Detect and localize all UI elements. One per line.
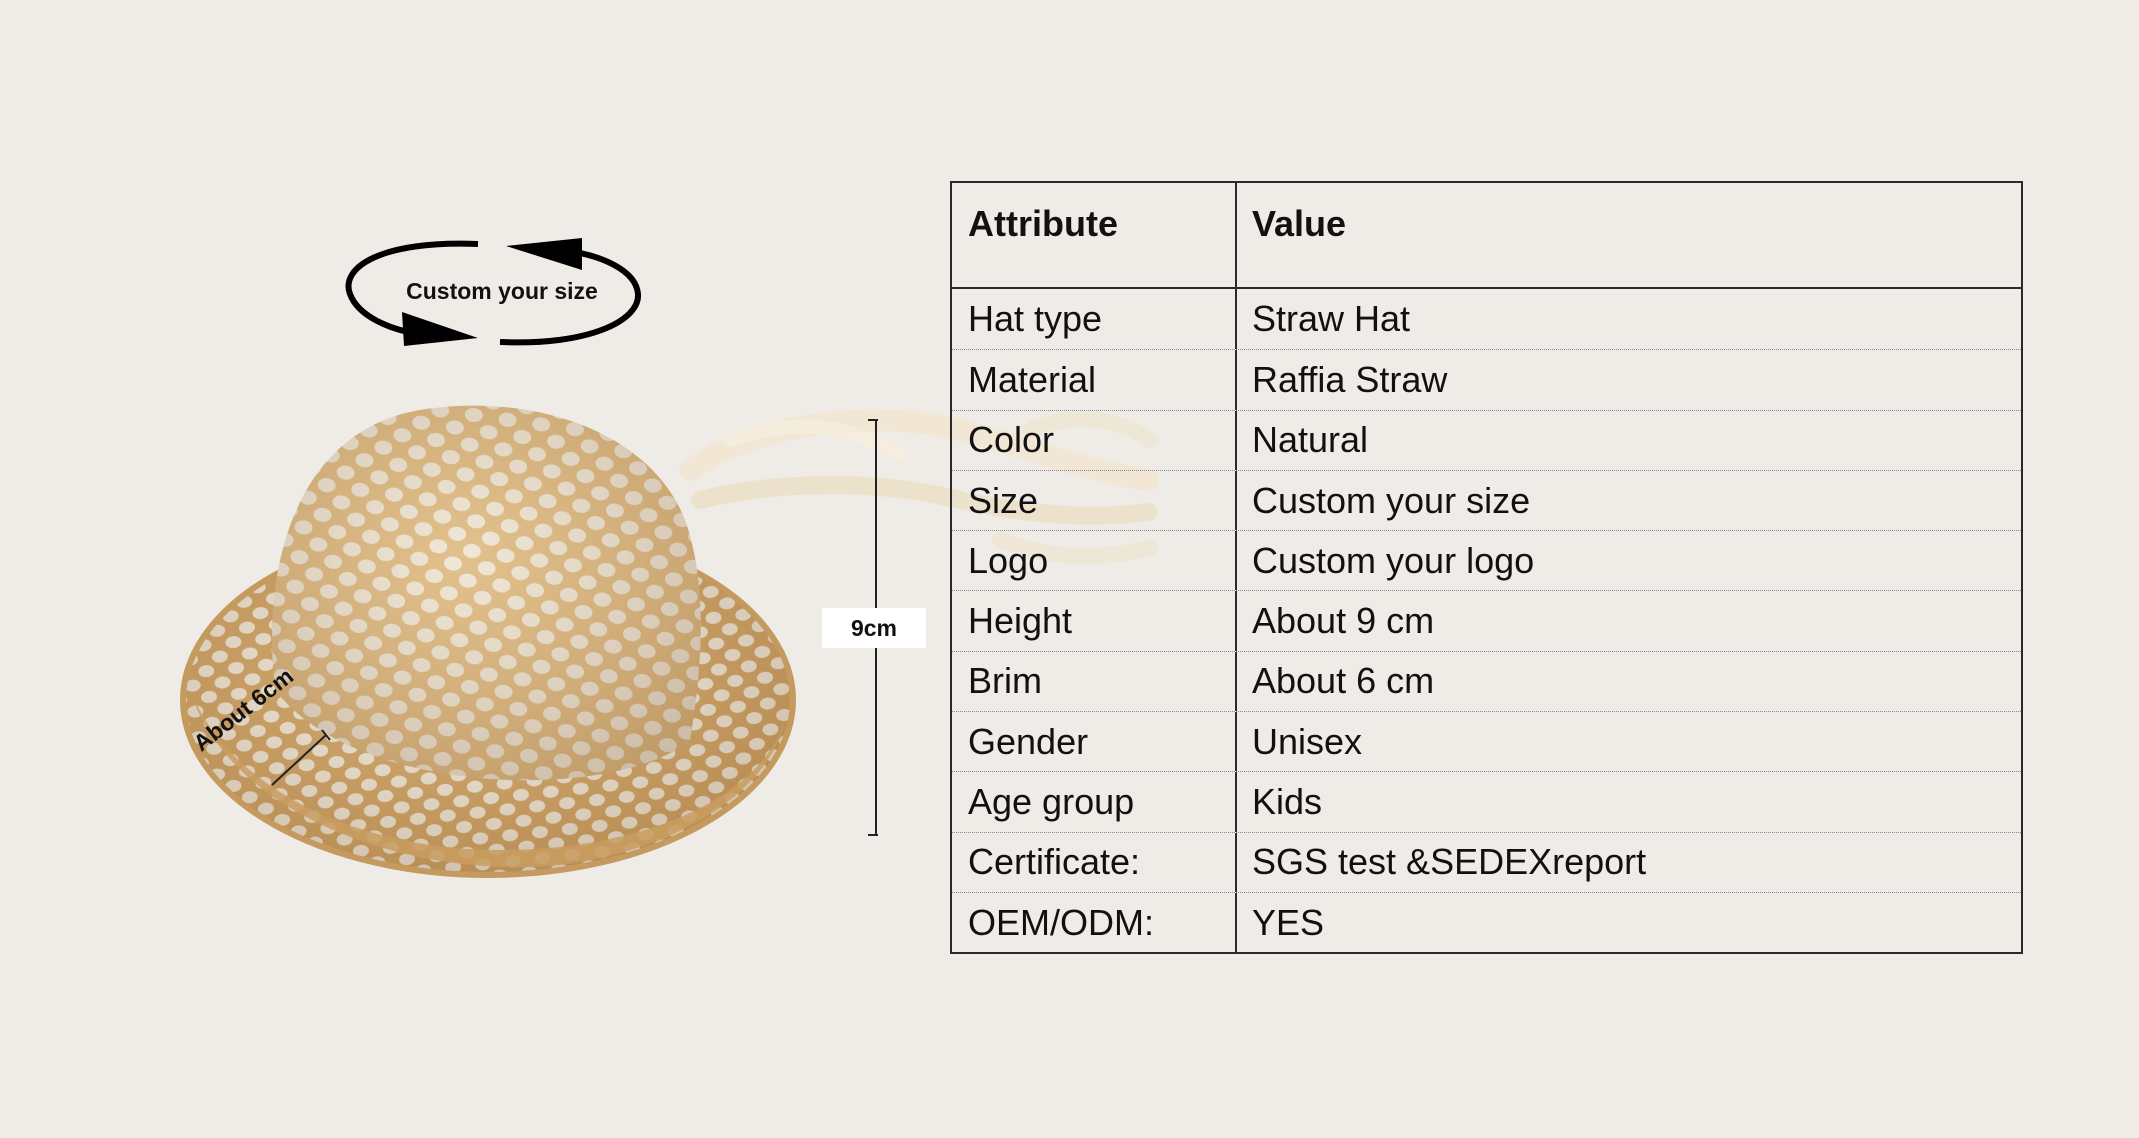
table-row: Hat type Straw Hat <box>952 289 2021 350</box>
product-spec-page: Custom your size 9cm About 6cm Attribute… <box>0 0 2139 1133</box>
height-label: 9cm <box>822 608 926 648</box>
table-body: Hat type Straw Hat Material Raffia Straw… <box>952 289 2021 953</box>
header-attribute: Attribute <box>952 183 1237 287</box>
row-attribute: Color <box>952 410 1237 470</box>
row-value: YES <box>1252 901 1325 943</box>
row-value: Natural <box>1252 419 1369 461</box>
row-value: Custom your logo <box>1252 539 1535 581</box>
table-row: OEM/ODM: YES <box>952 891 2021 953</box>
table-row: Age group Kids <box>952 771 2021 832</box>
table-row: Brim About 6 cm <box>952 650 2021 712</box>
table-row: Logo Custom your logo <box>952 530 2021 591</box>
row-attribute: Gender <box>952 712 1237 772</box>
row-attribute: Brim <box>952 651 1237 712</box>
row-value: Straw Hat <box>1252 298 1411 340</box>
row-attribute: Logo <box>952 531 1237 591</box>
row-attribute: Size <box>952 470 1237 531</box>
row-value: SGS test &SEDEXreport <box>1252 841 1647 883</box>
row-value: Raffia Straw <box>1252 358 1448 400</box>
row-value: About 9 cm <box>1252 600 1435 642</box>
row-attribute: Height <box>952 591 1237 651</box>
hat-crown <box>271 405 701 781</box>
table-row: Material Raffia Straw <box>952 349 2021 410</box>
header-value: Value <box>1252 203 1347 244</box>
row-value: Kids <box>1252 781 1323 823</box>
spec-table: Attribute Value Hat type Straw Hat Mater… <box>950 181 2023 955</box>
row-attribute: Age group <box>952 772 1237 832</box>
table-row: Gender Unisex <box>952 711 2021 772</box>
row-attribute: Hat type <box>952 289 1237 350</box>
table-row: Size Custom your size <box>952 469 2021 531</box>
custom-size-label: Custom your size <box>406 278 598 304</box>
table-row: Certificate: SGS test &SEDEXreport <box>952 831 2021 892</box>
row-attribute: OEM/ODM: <box>952 892 1237 953</box>
row-attribute: Certificate: <box>952 832 1237 892</box>
row-value: About 6 cm <box>1252 660 1435 702</box>
table-row: Color Natural <box>952 409 2021 470</box>
row-value: Unisex <box>1252 720 1363 762</box>
table-header-row: Attribute Value <box>952 183 2021 289</box>
row-attribute: Material <box>952 350 1237 410</box>
table-row: Height About 9 cm <box>952 590 2021 651</box>
row-value: Custom your size <box>1252 479 1531 521</box>
